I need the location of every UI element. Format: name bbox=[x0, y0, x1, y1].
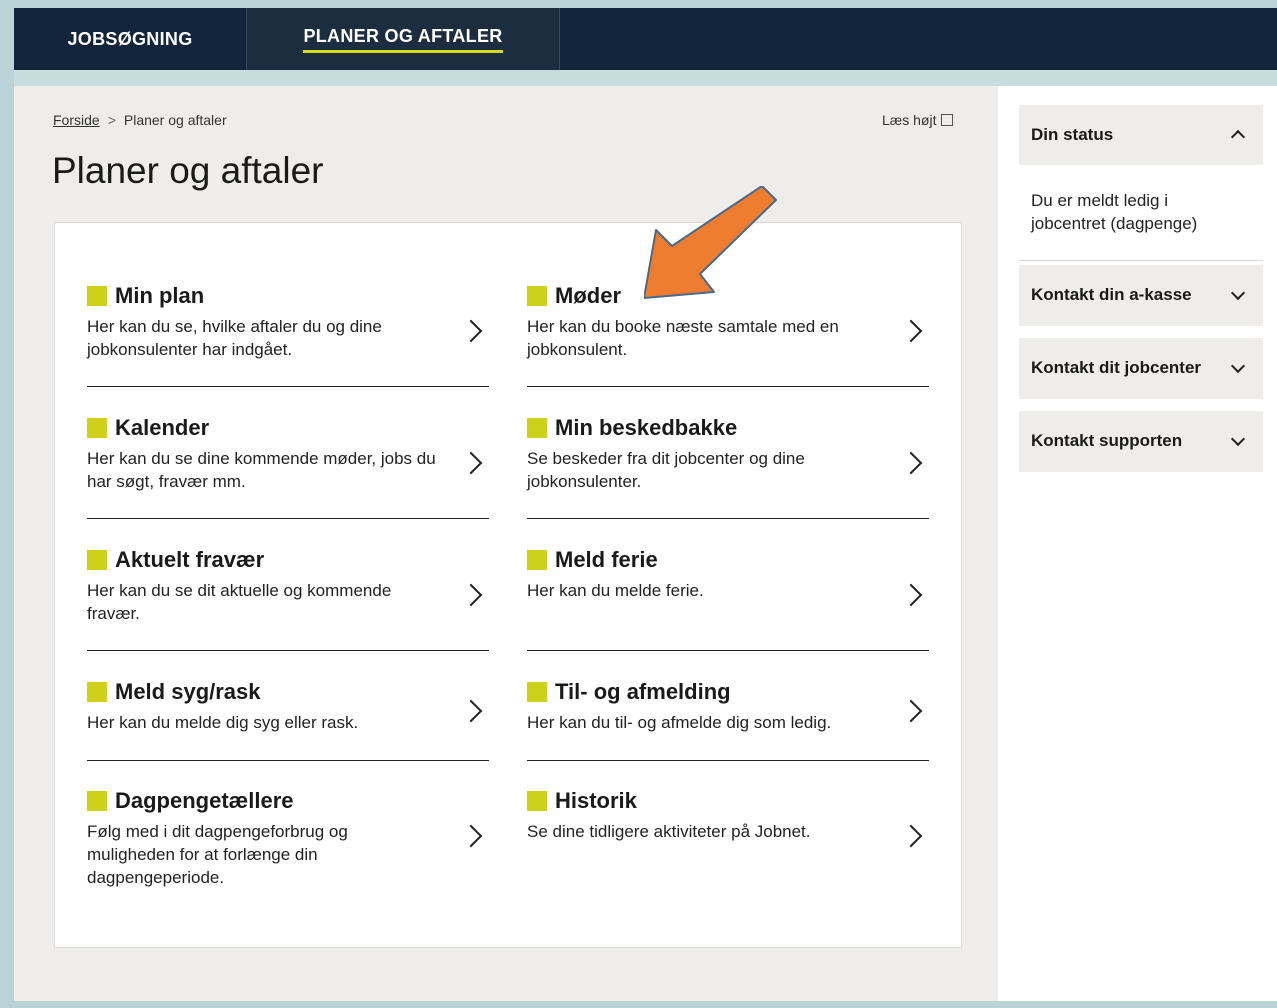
sidebar: Din status Du er meldt ledig i jobcentre… bbox=[998, 86, 1277, 1001]
menu-item-moder[interactable]: Møder Her kan du booke næste samtale med… bbox=[527, 283, 929, 387]
chevron-right-icon bbox=[899, 319, 923, 343]
tab-planer-og-aftaler[interactable]: PLANER OG AFTALER bbox=[246, 8, 560, 70]
accordion-label: Din status bbox=[1031, 125, 1114, 144]
menu-item-title: Min beskedbakke bbox=[555, 415, 738, 440]
menu-item-description: Her kan du se dine kommende møder, jobs … bbox=[87, 449, 436, 491]
divider bbox=[527, 386, 929, 387]
status-text: Du er meldt ledig i jobcentret (dagpenge… bbox=[1031, 191, 1198, 233]
divider bbox=[87, 650, 489, 651]
chevron-right-icon bbox=[899, 583, 923, 607]
bullet-square-icon bbox=[527, 418, 547, 438]
accordion-din-status[interactable]: Din status bbox=[1019, 105, 1263, 165]
menu-item-description: Her kan du melde dig syg eller rask. bbox=[87, 713, 359, 732]
divider bbox=[527, 518, 929, 519]
menu-item-description: Her kan du booke næste samtale med en jo… bbox=[527, 317, 839, 359]
menu-item-description: Her kan du til- og afmelde dig som ledig… bbox=[527, 713, 832, 732]
nav-subband bbox=[14, 70, 1277, 86]
menu-item-description: Her kan du se, hvilke aftaler du og dine… bbox=[87, 317, 382, 359]
bullet-square-icon bbox=[87, 286, 107, 306]
bullet-square-icon bbox=[87, 682, 107, 702]
tab-label: JOBSØGNING bbox=[67, 28, 193, 49]
chevron-right-icon bbox=[459, 319, 483, 343]
divider bbox=[87, 518, 489, 519]
bullet-square-icon bbox=[87, 418, 107, 438]
menu-item-meld-ferie[interactable]: Meld ferie Her kan du melde ferie. bbox=[527, 547, 929, 651]
menu-item-title: Min plan bbox=[115, 283, 205, 308]
bullet-square-icon bbox=[527, 550, 547, 570]
bullet-square-icon bbox=[527, 791, 547, 811]
app-window: JOBSØGNING PLANER OG AFTALER Forside > Pla… bbox=[14, 8, 1277, 1001]
menu-item-title: Meld syg/rask bbox=[115, 679, 261, 704]
menu-item-title: Historik bbox=[555, 788, 637, 813]
chevron-right-icon bbox=[459, 699, 483, 723]
accordion-label: Kontakt supporten bbox=[1031, 431, 1183, 450]
chevron-down-icon bbox=[1230, 431, 1246, 447]
menu-item-description: Her kan du melde ferie. bbox=[527, 581, 704, 600]
accordion-kontakt-a-kasse[interactable]: Kontakt din a-kasse bbox=[1019, 265, 1263, 326]
menu-item-til-og-afmelding[interactable]: Til- og afmelding Her kan du til- og afm… bbox=[527, 679, 929, 761]
divider bbox=[527, 760, 929, 761]
breadcrumb-home-link[interactable]: Forside bbox=[53, 112, 100, 128]
menu-item-title: Aktuelt fravær bbox=[115, 547, 265, 572]
top-navigation: JOBSØGNING PLANER OG AFTALER bbox=[14, 8, 1277, 70]
menu-item-title: Dagpengetællere bbox=[115, 788, 294, 813]
divider bbox=[87, 760, 489, 761]
read-aloud-label: Læs højt bbox=[882, 112, 937, 128]
external-link-icon bbox=[941, 114, 954, 126]
menu-item-title: Kalender bbox=[115, 415, 210, 440]
menu-item-min-plan[interactable]: Min plan Her kan du se, hvilke aftaler d… bbox=[87, 283, 489, 387]
menu-item-dagpengetaellere[interactable]: Dagpengetællere Følg med i dit dagpengef… bbox=[87, 788, 489, 888]
tab-jobsogning[interactable]: JOBSØGNING bbox=[14, 8, 246, 70]
bullet-square-icon bbox=[87, 550, 107, 570]
menu-item-historik[interactable]: Historik Se dine tidligere aktiviteter p… bbox=[527, 788, 929, 888]
menu-item-kalender[interactable]: Kalender Her kan du se dine kommende mød… bbox=[87, 415, 489, 519]
accordion-label: Kontakt din a-kasse bbox=[1031, 285, 1192, 304]
breadcrumb-separator: > bbox=[107, 112, 116, 128]
chevron-down-icon bbox=[1230, 358, 1246, 374]
accordion-label: Kontakt dit jobcenter bbox=[1031, 358, 1202, 377]
menu-item-title: Møder bbox=[555, 283, 621, 308]
menu-item-min-beskedbakke[interactable]: Min beskedbakke Se beskeder fra dit jobc… bbox=[527, 415, 929, 519]
chevron-right-icon bbox=[899, 824, 923, 848]
accordion-kontakt-jobcenter[interactable]: Kontakt dit jobcenter bbox=[1019, 338, 1263, 399]
main-content: Forside > Planer og aftaler Læs højt Plane… bbox=[14, 86, 998, 1001]
divider bbox=[87, 386, 489, 387]
chevron-right-icon bbox=[459, 583, 483, 607]
chevron-right-icon bbox=[899, 451, 923, 475]
tab-label: PLANER OG AFTALER bbox=[303, 26, 503, 53]
chevron-right-icon bbox=[459, 824, 483, 848]
chevron-right-icon bbox=[899, 699, 923, 723]
menu-card: Min plan Her kan du se, hvilke aftaler d… bbox=[54, 222, 962, 948]
chevron-right-icon bbox=[459, 451, 483, 475]
bullet-square-icon bbox=[527, 682, 547, 702]
menu-item-description: Se beskeder fra dit jobcenter og dine jo… bbox=[527, 449, 805, 491]
bullet-square-icon bbox=[527, 286, 547, 306]
menu-item-aktuelt-fravaer[interactable]: Aktuelt fravær Her kan du se dit aktuell… bbox=[87, 547, 489, 651]
bullet-square-icon bbox=[87, 791, 107, 811]
page-title: Planer og aftaler bbox=[52, 150, 324, 191]
menu-item-description: Se dine tidligere aktiviteter på Jobnet. bbox=[527, 822, 811, 841]
menu-item-title: Meld ferie bbox=[555, 547, 658, 572]
divider bbox=[527, 650, 929, 651]
read-aloud-button[interactable]: Læs højt bbox=[882, 112, 954, 128]
menu-item-description: Her kan du se dit aktuelle og kommende f… bbox=[87, 581, 392, 623]
accordion-kontakt-supporten[interactable]: Kontakt supporten bbox=[1019, 411, 1263, 472]
breadcrumb-current: Planer og aftaler bbox=[123, 112, 227, 128]
chevron-up-icon bbox=[1230, 129, 1246, 145]
breadcrumb: Forside > Planer og aftaler bbox=[53, 112, 227, 128]
menu-item-title: Til- og afmelding bbox=[555, 679, 731, 704]
divider bbox=[1019, 260, 1263, 261]
menu-item-description: Følg med i dit dagpengeforbrug og muligh… bbox=[87, 822, 348, 887]
chevron-down-icon bbox=[1230, 285, 1246, 301]
menu-item-meld-syg-rask[interactable]: Meld syg/rask Her kan du melde dig syg e… bbox=[87, 679, 489, 761]
